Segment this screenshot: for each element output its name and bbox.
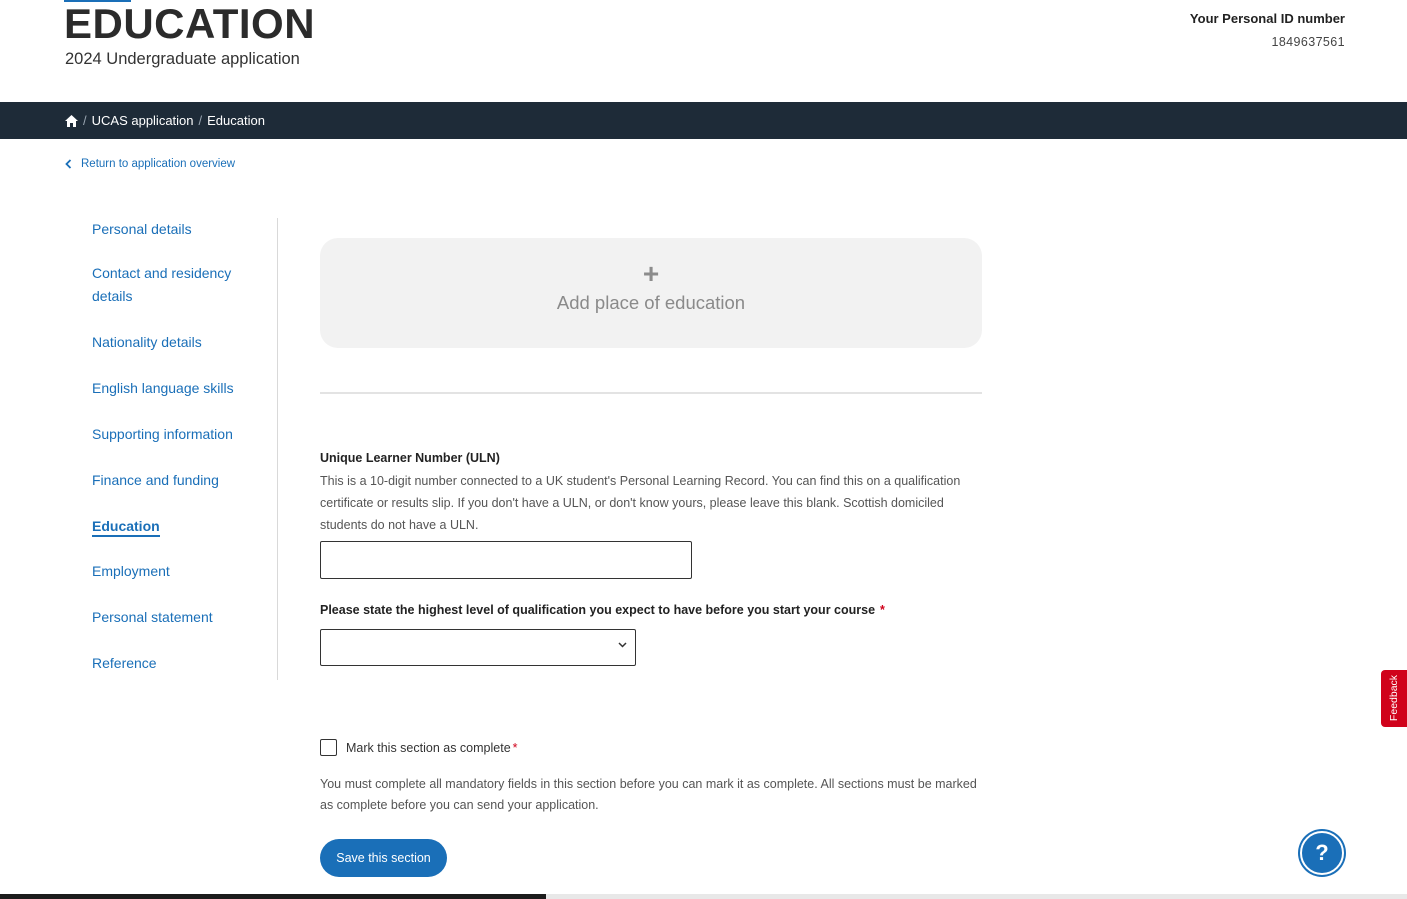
sidebar-item-employment[interactable]: Employment	[92, 560, 262, 583]
home-icon[interactable]	[65, 114, 78, 127]
bottom-edge-strip	[0, 894, 1407, 899]
mark-complete-label[interactable]: Mark this section as complete *	[346, 741, 518, 755]
plus-icon: +	[642, 258, 660, 289]
feedback-tab[interactable]: Feedback	[1381, 670, 1407, 727]
uln-help-text: This is a 10-digit number connected to a…	[320, 474, 961, 532]
mark-complete-label-text: Mark this section as complete	[346, 741, 511, 755]
qualification-label-text: Please state the highest level of qualif…	[320, 603, 876, 617]
sidebar-item-english-language[interactable]: English language skills	[92, 377, 262, 400]
required-marker: *	[512, 741, 518, 755]
mark-complete-checkbox[interactable]	[320, 739, 337, 756]
add-place-of-education-button[interactable]: + Add place of education	[320, 238, 982, 348]
return-to-overview-link[interactable]: Return to application overview	[65, 158, 235, 170]
breadcrumb-separator: /	[83, 113, 87, 128]
sidebar-item-finance-and-funding[interactable]: Finance and funding	[92, 469, 262, 492]
breadcrumb: / UCAS application / Education	[65, 102, 265, 139]
page-subtitle: 2024 Undergraduate application	[65, 50, 300, 68]
sidebar-item-personal-details[interactable]: Personal details	[92, 218, 262, 241]
save-section-button[interactable]: Save this section	[320, 839, 447, 877]
help-button[interactable]: ?	[1300, 831, 1344, 875]
qualification-label: Please state the highest level of qualif…	[320, 603, 885, 617]
breadcrumb-bar: / UCAS application / Education	[0, 102, 1407, 139]
personal-id-value: 1849637561	[1271, 35, 1345, 49]
breadcrumb-ucas-application[interactable]: UCAS application	[92, 113, 194, 128]
uln-label: Unique Learner Number (ULN)	[320, 451, 500, 465]
chevron-down-icon	[618, 642, 627, 648]
chevron-left-icon	[65, 159, 72, 169]
return-link-label: Return to application overview	[81, 158, 236, 170]
breadcrumb-separator: /	[198, 113, 203, 128]
sidebar-item-education[interactable]: Education	[92, 515, 262, 538]
section-divider	[320, 392, 982, 394]
required-marker: *	[880, 603, 885, 617]
sidebar-item-nationality[interactable]: Nationality details	[92, 331, 262, 354]
bottom-edge-strip-light	[546, 894, 1407, 899]
sidebar-item-contact-and-residency[interactable]: Contact and residency details	[92, 262, 262, 308]
feedback-label: Feedback	[1388, 674, 1400, 722]
qualification-select[interactable]	[320, 629, 636, 666]
sidebar-item-personal-statement[interactable]: Personal statement	[92, 606, 262, 629]
add-place-label: Add place of education	[556, 292, 746, 313]
section-sidebar: Personal details Contact and residency d…	[92, 218, 278, 680]
personal-id-label: Your Personal ID number	[1189, 11, 1345, 26]
breadcrumb-current: Education	[207, 113, 265, 128]
mark-complete-help-text: You must complete all mandatory fields i…	[320, 777, 977, 812]
sidebar-item-supporting-information[interactable]: Supporting information	[92, 423, 262, 446]
page-title: EDUCATION	[64, 0, 316, 47]
uln-input[interactable]	[320, 541, 692, 579]
sidebar-item-reference[interactable]: Reference	[92, 652, 262, 675]
